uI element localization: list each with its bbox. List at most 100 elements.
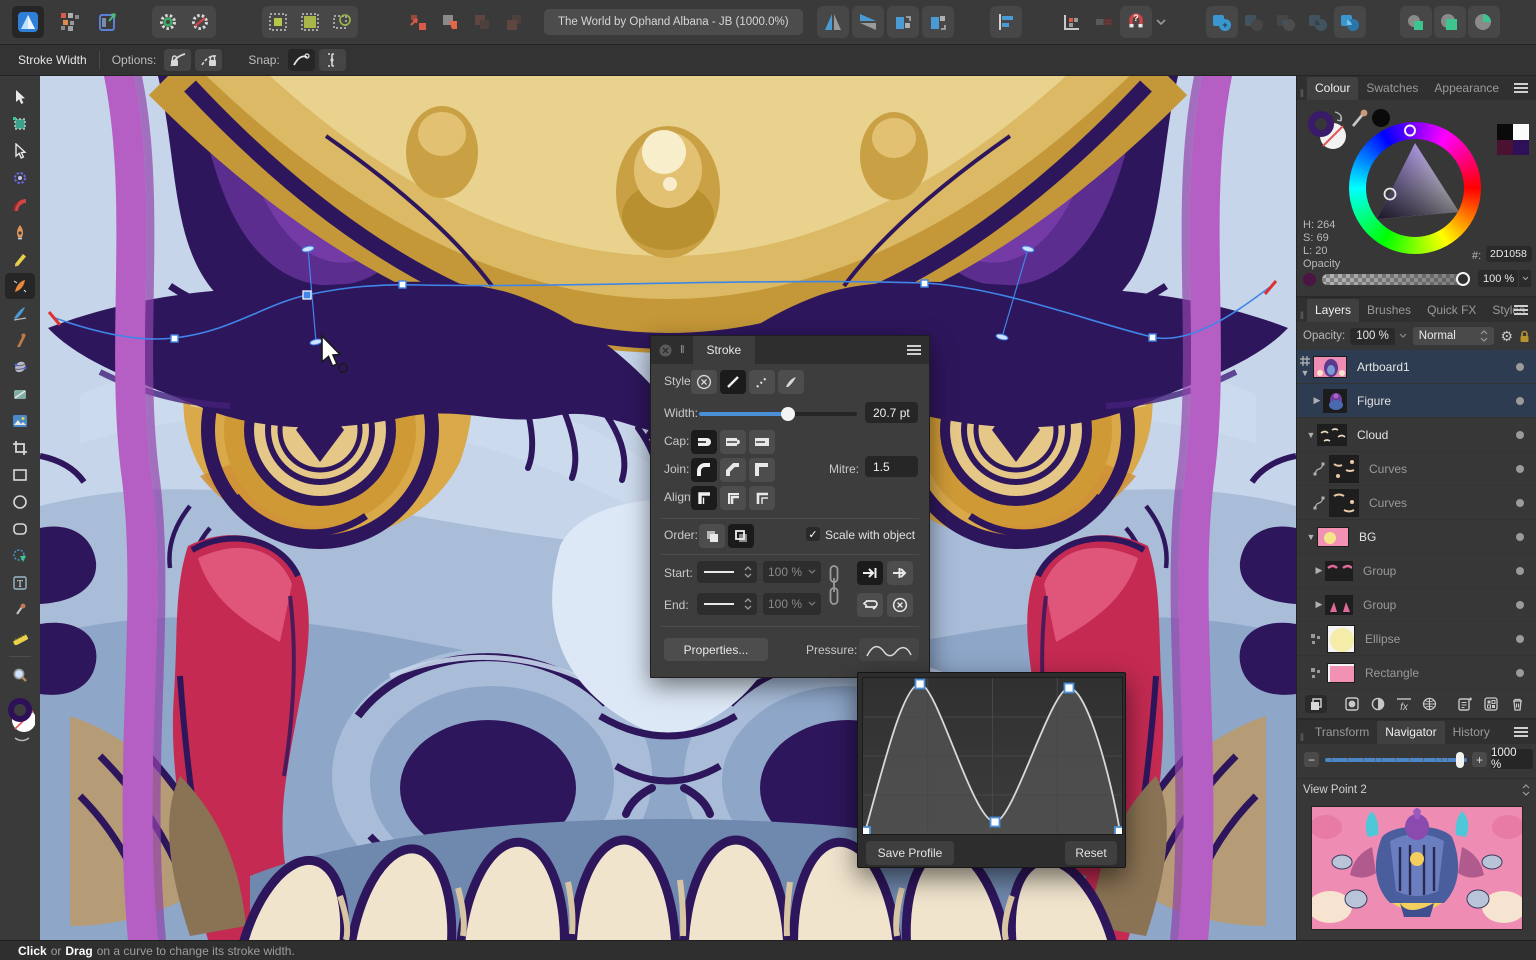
- lock-position-button[interactable]: [164, 49, 192, 71]
- width-slider-track[interactable]: [699, 407, 857, 421]
- panel-menu-icon[interactable]: [1514, 83, 1528, 93]
- snap-curves-button[interactable]: [287, 49, 315, 71]
- layer-row-rectangle[interactable]: Rectangle: [1297, 656, 1536, 690]
- align-centre-button[interactable]: [691, 486, 717, 510]
- visibility-dot[interactable]: [1516, 498, 1524, 507]
- visibility-dot[interactable]: [1516, 396, 1524, 405]
- insert-target-button[interactable]: [1056, 6, 1088, 38]
- pressure-profile-button[interactable]: [859, 638, 919, 661]
- artboard-grid-small-button[interactable]: [262, 6, 294, 38]
- cap-round-button[interactable]: [720, 430, 746, 454]
- layer-row-group-2[interactable]: ▶ Group: [1297, 588, 1536, 622]
- alignment-button[interactable]: [989, 6, 1022, 38]
- tab-swatches[interactable]: Swatches: [1358, 77, 1426, 100]
- panel-grip[interactable]: ‖: [1297, 311, 1307, 322]
- tab-colour[interactable]: Colour: [1307, 77, 1359, 100]
- chevron-right-icon[interactable]: ▶: [1313, 599, 1325, 610]
- close-icon[interactable]: [659, 344, 672, 357]
- snap-pressure-button[interactable]: [318, 49, 346, 71]
- measure-tool[interactable]: [5, 624, 35, 650]
- panel-menu-icon[interactable]: [907, 345, 921, 355]
- colour-wells[interactable]: [5, 689, 35, 743]
- arrow-align-base-button[interactable]: [887, 561, 913, 585]
- layer-row-ellipse[interactable]: Ellipse: [1297, 622, 1536, 656]
- document-title[interactable]: The World by Ophand Albana - JB (1000.0%…: [544, 9, 803, 35]
- hex-field[interactable]: 2D1058: [1486, 246, 1532, 262]
- ellipse-tool[interactable]: [5, 489, 35, 515]
- swatch-white[interactable]: [1513, 124, 1529, 140]
- save-profile-button[interactable]: Save Profile: [866, 841, 954, 865]
- tab-layers[interactable]: Layers: [1307, 299, 1360, 322]
- stroke-panel-titlebar[interactable]: ‖ Stroke: [651, 336, 929, 364]
- fill-tool[interactable]: [5, 354, 35, 380]
- corner-tool[interactable]: [5, 192, 35, 218]
- boolean-xor-button[interactable]: [1302, 6, 1334, 38]
- order-behind-button[interactable]: [699, 524, 725, 548]
- link-chain-icon[interactable]: [827, 564, 841, 614]
- tab-brushes[interactable]: Brushes: [1359, 299, 1419, 322]
- delete-layer-button[interactable]: [1506, 695, 1528, 713]
- width-value-field[interactable]: 20.7 pt: [865, 402, 918, 423]
- opacity-slider-handle[interactable]: [1456, 272, 1470, 286]
- zoom-in-button[interactable]: +: [1472, 752, 1487, 767]
- transparency-tool[interactable]: [5, 381, 35, 407]
- swatch-current[interactable]: [1513, 140, 1529, 155]
- chevron-down-icon[interactable]: [1397, 333, 1409, 339]
- cap-square-button[interactable]: [749, 430, 775, 454]
- visibility-dot[interactable]: [1516, 634, 1524, 643]
- rectangle-tool[interactable]: [5, 462, 35, 488]
- edit-all-layers-button[interactable]: [1305, 695, 1327, 713]
- layer-settings-gear-icon[interactable]: ⚙: [1500, 328, 1513, 345]
- scale-with-object-checkbox[interactable]: ✓: [806, 527, 820, 541]
- width-slider-handle[interactable]: [781, 407, 795, 421]
- order-front-button[interactable]: [728, 524, 754, 548]
- opacity-slider[interactable]: [1322, 272, 1470, 286]
- end-percent-dropdown[interactable]: 100 %: [763, 593, 821, 615]
- tab-quickfx[interactable]: Quick FX: [1419, 299, 1484, 322]
- transform-duplicate-button[interactable]: [434, 6, 466, 38]
- layer-effects-button[interactable]: fx: [1393, 695, 1415, 713]
- blend-mode-dropdown[interactable]: Normal: [1412, 327, 1495, 345]
- cap-butt-button[interactable]: [691, 430, 717, 454]
- mask-layer-button[interactable]: [1341, 695, 1363, 713]
- visibility-dot[interactable]: [1516, 532, 1524, 541]
- zoom-slider-handle[interactable]: [1456, 752, 1464, 768]
- layer-row-curves-2[interactable]: Curves: [1297, 486, 1536, 520]
- transform-front-button[interactable]: [498, 6, 530, 38]
- panel-menu-icon[interactable]: [1514, 305, 1528, 315]
- flip-vertical-button[interactable]: [851, 6, 884, 38]
- navigator-preview[interactable]: [1308, 806, 1526, 930]
- app-button[interactable]: [12, 6, 44, 38]
- stroke-fill-selector[interactable]: [1305, 106, 1349, 152]
- pressure-curve-editor[interactable]: [860, 677, 1125, 837]
- panel-menu-icon[interactable]: [1514, 727, 1528, 737]
- layer-row-group-1[interactable]: ▶ Group: [1297, 554, 1536, 588]
- snapping-magnet-button[interactable]: ?: [1119, 6, 1152, 38]
- chevron-down-icon[interactable]: ▼: [1305, 430, 1317, 440]
- boolean-subtract-button[interactable]: [1238, 6, 1270, 38]
- rounded-rectangle-tool[interactable]: [5, 516, 35, 542]
- colour-wheel[interactable]: [1349, 122, 1481, 254]
- zoom-value-field[interactable]: 1000 %: [1491, 747, 1533, 771]
- visibility-dot[interactable]: [1516, 464, 1524, 473]
- align-inside-button[interactable]: [720, 486, 746, 510]
- pixel-persona-button[interactable]: [54, 6, 86, 38]
- mitre-value-field[interactable]: 1.5: [865, 456, 918, 477]
- geometry-front-button[interactable]: [1467, 6, 1500, 38]
- end-style-dropdown[interactable]: [697, 593, 757, 615]
- arrow-align-tip-button[interactable]: [857, 561, 883, 585]
- flip-horizontal-button[interactable]: [816, 6, 849, 38]
- layer-row-curves-1[interactable]: Curves: [1297, 452, 1536, 486]
- snapping-dropdown-chevron[interactable]: [1152, 6, 1170, 38]
- artboard-grid-large-button[interactable]: [294, 6, 326, 38]
- tab-transform[interactable]: Transform: [1307, 721, 1377, 744]
- stepper-icon[interactable]: [1522, 784, 1530, 796]
- swatch-maroon[interactable]: [1497, 140, 1513, 155]
- chevron-down-icon[interactable]: ▼: [1299, 368, 1311, 378]
- chevron-right-icon[interactable]: ▶: [1311, 395, 1323, 406]
- properties-button[interactable]: Properties...: [664, 638, 768, 661]
- layer-row-figure[interactable]: ▶ Figure: [1297, 384, 1536, 418]
- lock-nodes-button[interactable]: [195, 49, 223, 71]
- visibility-dot[interactable]: [1516, 566, 1524, 575]
- style-none-button[interactable]: [691, 370, 717, 394]
